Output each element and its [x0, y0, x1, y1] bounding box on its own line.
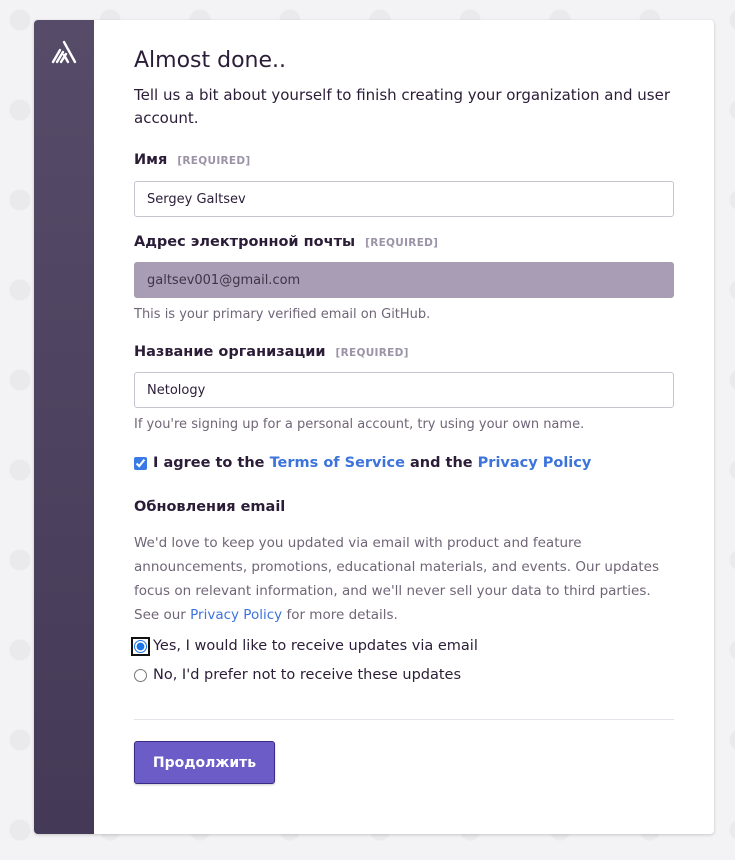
updates-no-radio[interactable]: [134, 668, 147, 682]
org-help: If you're signing up for a personal acco…: [134, 417, 585, 432]
form-divider: [134, 719, 674, 720]
page-title: Almost done..: [134, 48, 287, 73]
privacy-link[interactable]: Privacy Policy: [478, 455, 592, 471]
updates-yes-radio[interactable]: [131, 636, 150, 656]
org-label-text: Название организации: [134, 344, 326, 360]
sentry-logo-icon[interactable]: [51, 40, 77, 64]
agree-middle: and the: [409, 455, 473, 471]
updates-no-label: No, I'd prefer not to receive these upda…: [153, 667, 462, 683]
email-input: [134, 262, 674, 298]
page-subtitle: Tell us a bit about yourself to finish c…: [134, 86, 670, 127]
signup-card: Almost done.. Tell us a bit about yourse…: [34, 20, 714, 834]
org-required-badge: [REQUIRED]: [335, 347, 409, 359]
name-label: Имя [REQUIRED]: [134, 152, 251, 168]
brand-rail: [34, 20, 94, 834]
terms-link[interactable]: Terms of Service: [270, 455, 405, 471]
updates-text-after: for more details.: [286, 607, 398, 623]
org-input[interactable]: [134, 372, 674, 408]
name-input[interactable]: [134, 181, 674, 217]
updates-no-option[interactable]: No, I'd prefer not to receive these upda…: [134, 667, 461, 683]
updates-yes-label: Yes, I would like to receive updates via…: [153, 638, 478, 654]
email-label-text: Адрес электронной почты: [134, 234, 356, 250]
terms-agreement[interactable]: I agree to the Terms of Service and the …: [134, 455, 591, 471]
agree-prefix: I agree to the: [153, 455, 265, 471]
updates-description: We'd love to keep you updated via email …: [134, 531, 674, 627]
email-required-badge: [REQUIRED]: [365, 237, 439, 249]
updates-privacy-link[interactable]: Privacy Policy: [190, 607, 282, 623]
continue-button[interactable]: Продолжить: [134, 741, 275, 784]
name-label-text: Имя: [134, 152, 168, 168]
terms-checkbox[interactable]: [134, 456, 147, 470]
email-label: Адрес электронной почты [REQUIRED]: [134, 234, 438, 250]
updates-yes-option[interactable]: Yes, I would like to receive updates via…: [131, 636, 478, 656]
name-required-badge: [REQUIRED]: [177, 155, 251, 167]
updates-title: Обновления email: [134, 499, 286, 515]
org-label: Название организации [REQUIRED]: [134, 344, 409, 360]
email-help: This is your primary verified email on G…: [134, 307, 431, 322]
